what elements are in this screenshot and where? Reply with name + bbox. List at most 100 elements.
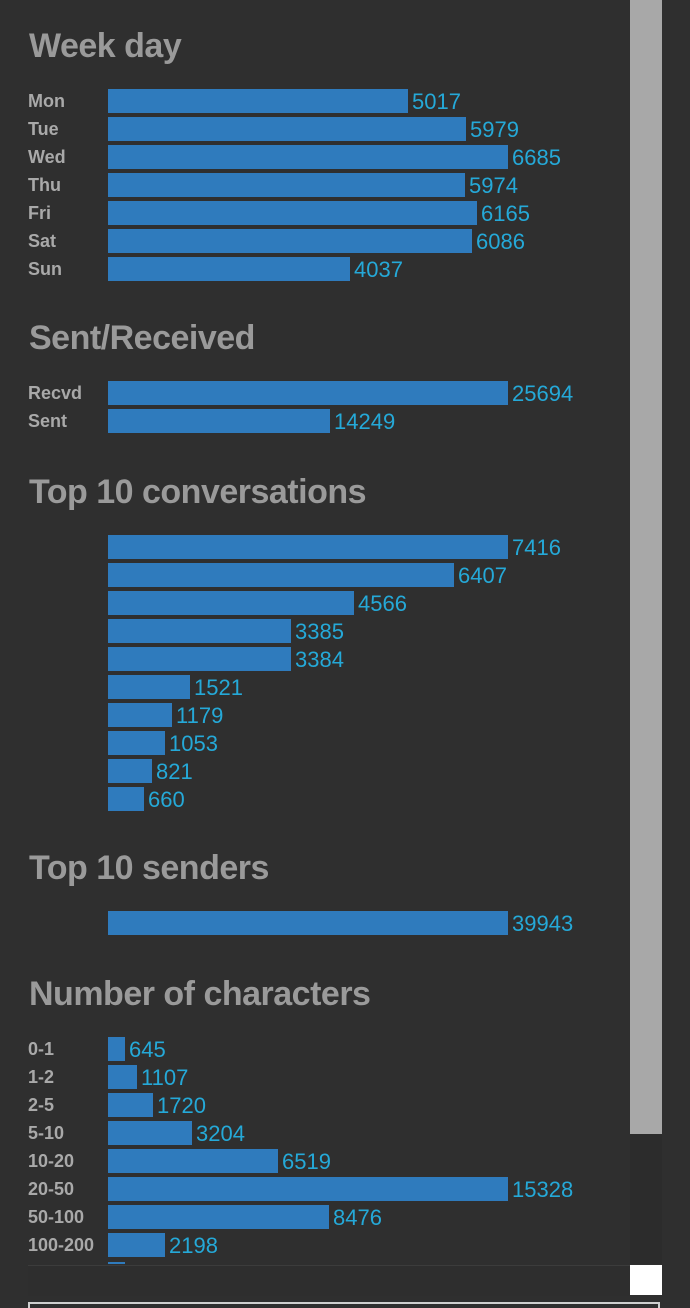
bar-value-label: 1720 [157, 1093, 206, 1118]
bar [108, 1233, 165, 1257]
bar-row: 0-1 645 [0, 1037, 630, 1062]
bar-row: 5-10 3204 [0, 1121, 630, 1146]
bar-label: Wed [28, 147, 66, 167]
bar-value-label: 2198 [169, 1233, 218, 1258]
bar-value-label: 660 [148, 787, 185, 812]
bar [108, 1262, 125, 1264]
bar-label: Sent [28, 411, 68, 431]
bar-row: 1053 [0, 731, 630, 756]
scrollbar-corner [630, 1265, 662, 1295]
bar-value-label: 1179 [176, 703, 224, 728]
bar-row: 10-20 6519 [0, 1149, 630, 1174]
bar-label: Mon [28, 91, 65, 111]
bar-label: 1-2 [28, 1067, 55, 1087]
chart-title: Sent/Received [29, 319, 255, 357]
bar [108, 173, 465, 197]
bar [108, 591, 354, 615]
bar-label: Sat [28, 231, 57, 251]
bar [108, 731, 165, 755]
bar-value-label: 6685 [512, 145, 561, 170]
bar [108, 703, 172, 727]
bar [108, 911, 508, 935]
bar-row: Tue 5979 [0, 117, 630, 142]
bar-label: Tue [28, 119, 59, 139]
bar-row: 660 [0, 787, 630, 812]
bar-value-label: 3385 [295, 619, 344, 644]
bar [108, 201, 477, 225]
bar-row: Fri 6165 [0, 201, 630, 226]
chart-title: Top 10 conversations [29, 473, 367, 511]
bar-row: 1-2 1107 [0, 1065, 630, 1090]
bar-value-label: 1053 [169, 731, 218, 756]
scrollbar-thumb[interactable] [630, 0, 662, 1134]
bar-row: Recvd 25694 [0, 381, 630, 406]
bar-row: 2-5 1720 [0, 1093, 630, 1118]
bottom-input-edge [28, 1302, 660, 1308]
bar-value-label: 1107 [141, 1065, 189, 1090]
chart-title: Top 10 senders [29, 849, 269, 887]
bar-label: 10-20 [28, 1151, 75, 1171]
bar [108, 535, 508, 559]
bar-value-label: 8476 [333, 1205, 382, 1230]
bar-value-label: 5017 [412, 89, 461, 114]
bar-value-label: 5974 [469, 173, 518, 198]
bar-value-label: 4566 [358, 591, 407, 616]
bar-value-label: 7416 [512, 535, 561, 560]
bar-row: Wed 6685 [0, 145, 630, 170]
bar-value-label: 1521 [194, 675, 243, 700]
bar [108, 145, 508, 169]
bar [108, 787, 144, 811]
bar-label: 0-1 [28, 1039, 55, 1059]
bar-row: 39943 [0, 911, 630, 936]
bar-label: 20-50 [28, 1179, 75, 1199]
bar [108, 563, 454, 587]
bar-value-label: 6407 [458, 563, 507, 588]
bar-row: Sat 6086 [0, 229, 630, 254]
bar [108, 117, 466, 141]
bar-row: 7416 [0, 535, 630, 560]
bar-label: 100-200 [28, 1235, 95, 1255]
bar-label: Fri [28, 203, 52, 223]
bar-label: Thu [28, 175, 61, 195]
bar [108, 257, 350, 281]
bar-row: 1179 [0, 703, 630, 728]
bar [108, 1177, 508, 1201]
bar-value-label: 14249 [334, 409, 396, 434]
bar [108, 647, 291, 671]
bar-label: Sun [28, 259, 62, 279]
bar-row: 1521 [0, 675, 630, 700]
vertical-scrollbar[interactable] [630, 0, 662, 1264]
bar-label: 5-10 [28, 1123, 65, 1143]
bar [108, 1205, 329, 1229]
bar [108, 1149, 278, 1173]
stats-panel: Week day Mon 5017 Tue 5979 Wed 6685 Thu 5974 Fri 6… [0, 0, 630, 1264]
bar-value-label: 39943 [512, 911, 574, 936]
chart-title: Number of characters [29, 975, 371, 1013]
bar [108, 1037, 125, 1061]
horizontal-scrollbar[interactable] [28, 1265, 630, 1296]
bar-row: 6407 [0, 563, 630, 588]
bar [108, 1121, 192, 1145]
bar-value-label: 6165 [481, 201, 530, 226]
bar-row: Sent 14249 [0, 409, 630, 434]
bar-value-label: 15328 [512, 1177, 574, 1202]
bar [108, 1093, 153, 1117]
bar-row: 100-200 2198 [0, 1233, 630, 1258]
bar-value-label: 6519 [282, 1149, 331, 1174]
bar-row: 3384 [0, 647, 630, 672]
bar-value-label: 25694 [512, 381, 574, 406]
bar-row: 821 [0, 759, 630, 784]
bar-value-label: 821 [156, 759, 193, 784]
bar-value-label: 4037 [354, 257, 403, 282]
bar [108, 759, 152, 783]
bar [108, 675, 190, 699]
bar-row: 50-100 8476 [0, 1205, 630, 1230]
bar-row: Sun 4037 [0, 257, 630, 282]
bar-label: 2-5 [28, 1095, 55, 1115]
bar [108, 619, 291, 643]
bar [108, 89, 408, 113]
bar-value-label: 3204 [196, 1121, 245, 1146]
bar-row: 20-50 15328 [0, 1177, 630, 1202]
bar-row: Mon 5017 [0, 89, 630, 114]
bar [108, 409, 330, 433]
